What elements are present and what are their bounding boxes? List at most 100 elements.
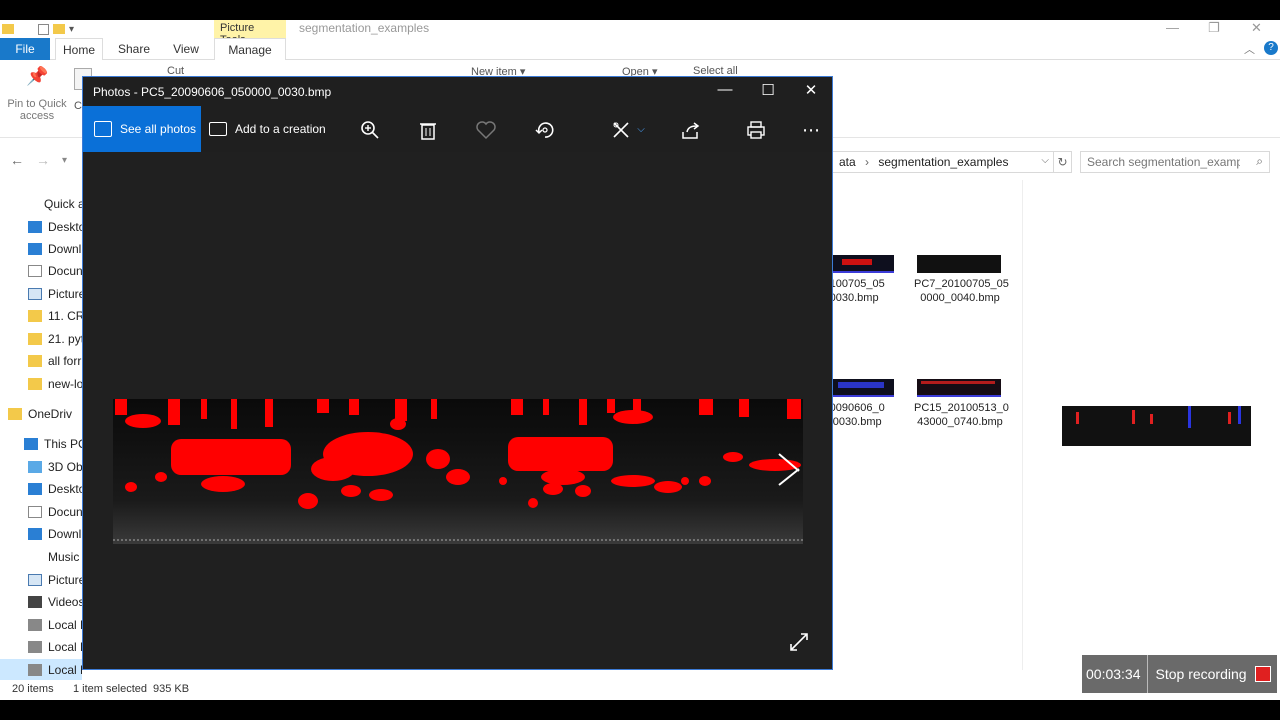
- maximize-icon[interactable]: ❐: [1208, 20, 1220, 36]
- nav-item[interactable]: Picture: [0, 283, 82, 305]
- photos-window: Photos - PC5_20090606_050000_0030.bmp — …: [82, 76, 833, 670]
- nav-item[interactable]: Downl: [0, 238, 82, 260]
- zoom-icon[interactable]: [358, 118, 382, 142]
- selection-size: 935 KB: [153, 683, 190, 695]
- delete-icon[interactable]: [416, 118, 440, 142]
- nav-item[interactable]: 3D Obj: [0, 456, 82, 478]
- desktop-screen: ▾ Picture Tools segmentation_examples — …: [0, 0, 1280, 720]
- add-to-creation-button[interactable]: Add to a creation: [209, 106, 326, 152]
- help-icon[interactable]: ?: [1264, 41, 1278, 55]
- see-all-label: See all photos: [120, 122, 197, 136]
- nav-item[interactable]: Local D: [0, 636, 82, 658]
- tab-home[interactable]: Home: [55, 38, 103, 60]
- photos-minimize-icon[interactable]: —: [710, 81, 740, 98]
- nav-item[interactable]: OneDriv: [0, 403, 82, 425]
- add-creation-label: Add to a creation: [235, 122, 326, 136]
- nav-item[interactable]: 21. pyt: [0, 328, 82, 350]
- edit-dropdown-icon[interactable]: ⌵: [629, 118, 653, 142]
- nav-item-label: Quick ac: [44, 197, 82, 211]
- file-thumb-4[interactable]: [917, 379, 1001, 397]
- nav-item[interactable]: Local D: [0, 614, 82, 636]
- nav-item[interactable]: all forr: [0, 350, 82, 372]
- spectrogram-image[interactable]: [113, 399, 803, 544]
- nav-item[interactable]: Quick ac: [0, 193, 82, 215]
- desktop-icon: [28, 483, 42, 495]
- nav-item[interactable]: Local Disk (G:): [0, 659, 82, 681]
- star-icon: [24, 198, 38, 210]
- quick-access-toolbar: ▾: [0, 20, 74, 38]
- video-icon: [28, 596, 42, 608]
- photo-canvas: [83, 152, 832, 669]
- photos-maximize-icon[interactable]: ☐: [753, 81, 783, 99]
- tab-share[interactable]: Share: [112, 38, 156, 60]
- pin-quick-access-button[interactable]: 📌 Pin to Quick access: [4, 67, 70, 122]
- nav-item[interactable]: Music: [0, 546, 82, 568]
- rotate-icon[interactable]: [533, 118, 557, 142]
- see-all-photos-button[interactable]: See all photos: [83, 106, 201, 152]
- preview-mark: [1228, 412, 1231, 424]
- nav-item[interactable]: This PC: [0, 433, 82, 455]
- preview-mark: [1076, 412, 1079, 424]
- fullscreen-icon[interactable]: [787, 630, 811, 654]
- back-icon[interactable]: ←: [10, 152, 24, 168]
- selection-count: 1 item selected: [73, 683, 147, 695]
- nav-item-label: all forr: [48, 354, 82, 368]
- search-box[interactable]: ⌕: [1080, 151, 1270, 173]
- nav-item[interactable]: Deskto: [0, 478, 82, 500]
- nav-item[interactable]: Picture: [0, 569, 82, 591]
- photos-toolbar: See all photos Add to a creation ⌵ ⋯: [83, 106, 832, 152]
- desktop-icon: [28, 221, 42, 233]
- nav-item-label: Local D: [48, 618, 82, 632]
- print-icon[interactable]: [744, 118, 768, 142]
- folder-icon: [28, 333, 42, 345]
- close-icon[interactable]: ✕: [1251, 20, 1262, 36]
- address-bar[interactable]: ata › segmentation_examples ⌵: [832, 151, 1054, 173]
- ribbon-tabs: File Home Share View Manage ︿ ?: [0, 38, 1280, 60]
- folder-icon: [28, 310, 42, 322]
- more-icon[interactable]: ⋯: [799, 118, 823, 142]
- address-current[interactable]: segmentation_examples: [878, 155, 1008, 169]
- stop-icon[interactable]: [1255, 666, 1271, 682]
- folder-icon[interactable]: [2, 24, 14, 34]
- file-thumb-3[interactable]: [832, 379, 894, 397]
- nav-item-label: Local Disk (G:): [48, 663, 82, 677]
- tab-view[interactable]: View: [166, 38, 206, 60]
- file-label-4[interactable]: PC15_20100513_0 43000_0740.bmp: [914, 401, 1009, 429]
- file-thumb-2[interactable]: [917, 255, 1001, 273]
- recent-locations-icon[interactable]: ▾: [62, 155, 67, 166]
- nav-item[interactable]: Downl: [0, 523, 82, 545]
- nav-item[interactable]: new-lo: [0, 373, 82, 395]
- photos-close-icon[interactable]: ✕: [796, 81, 826, 99]
- new-folder-icon[interactable]: [53, 24, 65, 34]
- search-input[interactable]: [1081, 152, 1246, 172]
- refresh-icon[interactable]: ↻: [1054, 151, 1072, 173]
- thumb-mark: [921, 381, 995, 384]
- nav-item[interactable]: Videos: [0, 591, 82, 613]
- nav-item-label: 21. pyt: [48, 332, 82, 346]
- minimize-icon[interactable]: —: [1166, 20, 1179, 35]
- navigation-pane: Quick ac Deskto Downl Docun Picture 11. CR 21.…: [0, 185, 82, 681]
- drive-icon: [28, 641, 42, 653]
- nav-item[interactable]: Docun: [0, 501, 82, 523]
- file-label-2[interactable]: PC7_20100705_05 0000_0040.bmp: [914, 277, 1009, 305]
- forward-icon[interactable]: →: [36, 152, 50, 168]
- nav-item[interactable]: Deskto: [0, 216, 82, 238]
- heart-icon[interactable]: [474, 118, 498, 142]
- file-thumb-1[interactable]: [832, 255, 894, 273]
- properties-icon[interactable]: [38, 23, 49, 35]
- tab-manage[interactable]: Manage: [214, 38, 286, 60]
- customize-qa-icon[interactable]: ▾: [69, 24, 74, 35]
- pc-icon: [24, 438, 38, 450]
- copy-label[interactable]: C: [74, 100, 82, 112]
- preview-mark: [1238, 406, 1241, 424]
- collapse-ribbon-icon[interactable]: ︿: [1244, 41, 1255, 57]
- breadcrumb-separator-icon: ›: [865, 155, 870, 169]
- address-dropdown-icon[interactable]: ⌵: [1041, 155, 1049, 166]
- nav-item[interactable]: 11. CR: [0, 305, 82, 327]
- drive-icon: [28, 619, 42, 631]
- nav-item[interactable]: Docun: [0, 260, 82, 282]
- tab-file[interactable]: File: [0, 38, 50, 60]
- address-prefix[interactable]: ata: [839, 155, 856, 169]
- stop-recording-button[interactable]: Stop recording: [1148, 666, 1247, 682]
- share-icon[interactable]: [679, 118, 703, 142]
